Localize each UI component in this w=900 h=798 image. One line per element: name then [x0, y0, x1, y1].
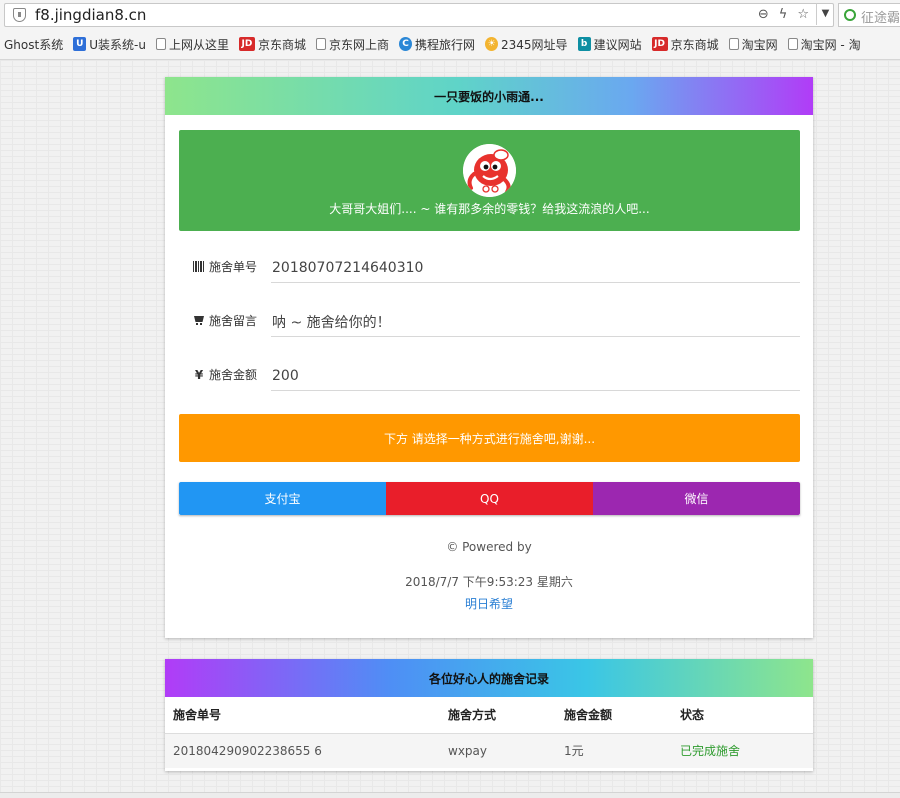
address-icons: ⊖ ϟ ☆ [758, 6, 809, 24]
avatar [463, 144, 516, 197]
records-table: 施舍单号 施舍方式 施舍金额 状态 201804290902238655 6 w… [165, 697, 813, 768]
records-card: 各位好心人的施舍记录 施舍单号 施舍方式 施舍金额 状态 20180429090… [165, 659, 813, 771]
message-label: 施舍留言 [193, 312, 263, 329]
bookmark-suggest[interactable]: b 建议网站 [574, 34, 648, 54]
wechat-pay-button[interactable]: 微信 [593, 482, 800, 515]
lightning-icon[interactable]: ϟ [779, 6, 788, 24]
ctrip-icon: C [399, 37, 412, 51]
bookmark-2345[interactable]: ☀ 2345网址导 [481, 34, 574, 54]
zoom-icon[interactable]: ⊖ [758, 6, 769, 24]
donation-card: 一只要饭的小雨通... 大哥哥大姐们.... ~ 谁有那多余的零钱？给我这流浪的… [165, 77, 813, 638]
records-title: 各位好心人的施舍记录 [165, 659, 813, 697]
cell-amount: 1元 [556, 733, 672, 768]
bookmark-jd[interactable]: JD 京东商城 [235, 34, 312, 54]
address-bar[interactable]: f8.jingdian8.cn ⊖ ϟ ☆ [4, 3, 834, 27]
bookmark-ghost[interactable]: Ghost系统 [0, 34, 69, 54]
b-icon: b [577, 37, 591, 51]
page-icon [315, 38, 326, 50]
hero-banner: 大哥哥大姐们.... ~ 谁有那多余的零钱？给我这流浪的人吧... [179, 130, 800, 231]
column-header-method: 施舍方式 [440, 697, 556, 734]
table-header-row: 施舍单号 施舍方式 施舍金额 状态 [165, 697, 813, 734]
yen-icon: ¥ [194, 367, 204, 382]
barcode-icon [193, 261, 205, 272]
payment-buttons: 支付宝 QQ 微信 [179, 482, 800, 515]
order-label: 施舍单号 [193, 258, 263, 275]
order-input[interactable] [271, 253, 800, 283]
column-header-amount: 施舍金额 [556, 697, 672, 734]
u-icon: U [73, 37, 87, 51]
url-text[interactable]: f8.jingdian8.cn [35, 6, 146, 24]
address-dropdown-icon[interactable]: ▼ [816, 3, 834, 25]
amount-input[interactable] [271, 361, 800, 391]
page-icon [787, 38, 798, 50]
table-row: 201804290902238655 6 wxpay 1元 已完成施舍 [165, 733, 813, 768]
payment-notice: 下方 请选择一种方式进行施舍吧,谢谢... [179, 414, 800, 462]
bookmark-ctrip[interactable]: C 携程旅行网 [395, 34, 481, 54]
bookmark-taobao[interactable]: 淘宝网 [725, 34, 784, 54]
amount-label: ¥ 施舍金额 [194, 367, 258, 383]
page-icon [155, 38, 166, 50]
search-box[interactable]: 征途霸 [838, 3, 900, 27]
alipay-button[interactable]: 支付宝 [179, 482, 386, 515]
hope-link[interactable]: 明日希望 [165, 595, 813, 612]
column-header-order: 施舍单号 [165, 697, 440, 734]
amount-field: ¥ 施舍金额 [193, 361, 800, 393]
bookmark-taobao-2[interactable]: 淘宝网 - 淘 [784, 34, 867, 54]
message-input[interactable] [271, 307, 800, 337]
hero-text: 大哥哥大姐们.... ~ 谁有那多余的零钱？给我这流浪的人吧... [329, 202, 650, 216]
browser-chrome: f8.jingdian8.cn ⊖ ϟ ☆ ▼ 征途霸 Ghost系统 U U装系… [0, 0, 900, 60]
cell-method: wxpay [440, 733, 556, 768]
donation-card-title: 一只要饭的小雨通... [165, 77, 813, 115]
qq-pay-button[interactable]: QQ [386, 482, 593, 515]
order-field: 施舍单号 [193, 253, 800, 285]
cart-icon [193, 315, 205, 326]
page-icon [728, 38, 739, 50]
column-header-status: 状态 [672, 697, 813, 734]
jd-icon: JD [651, 37, 668, 51]
mascot-icon [463, 144, 516, 197]
jd-icon: JD [238, 37, 255, 51]
bookmark-jd-2[interactable]: JD 京东商城 [648, 34, 725, 54]
bookmark-u[interactable]: U U装系统-u [69, 34, 152, 54]
bookmark-hao[interactable]: 上网从这里 [152, 34, 235, 54]
timestamp: 2018/7/7 下午9:53:23 星期六 [405, 575, 573, 589]
star-icon[interactable]: ☆ [797, 6, 809, 24]
search-placeholder: 征途霸 [861, 11, 900, 26]
cell-status: 已完成施舍 [672, 733, 813, 768]
cell-order: 201804290902238655 6 [165, 733, 440, 768]
bookmark-jd-online[interactable]: 京东网上商 [312, 34, 395, 54]
bookmarks-bar: Ghost系统 U U装系统-u 上网从这里 JD 京东商城 京东网上商 C 携程旅行… [0, 32, 900, 56]
shield-icon [13, 8, 26, 22]
address-row: f8.jingdian8.cn ⊖ ϟ ☆ ▼ 征途霸 [0, 0, 900, 30]
sun-icon: ☀ [485, 37, 499, 51]
search-engine-icon [844, 9, 856, 21]
powered-by: © Powered by [446, 540, 532, 554]
message-field: 施舍留言 [193, 307, 800, 339]
status-bar [0, 792, 900, 798]
